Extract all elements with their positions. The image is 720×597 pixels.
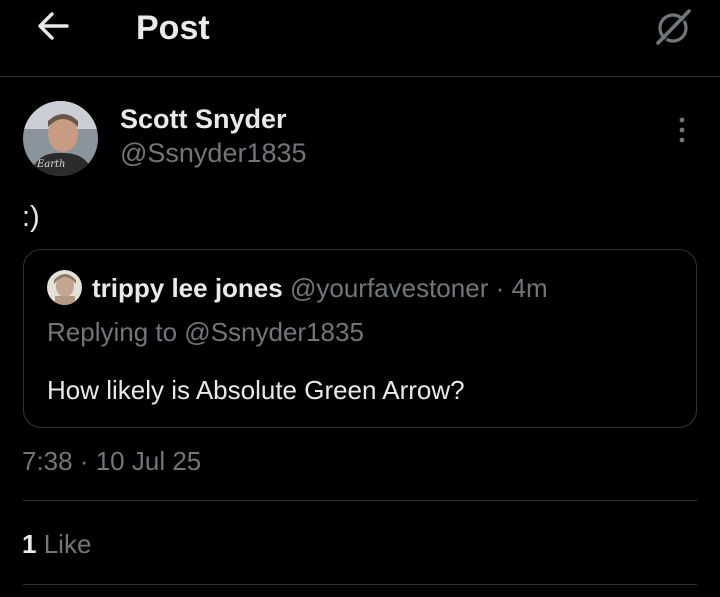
svg-text:Earth: Earth <box>36 159 66 170</box>
quote-author-avatar <box>47 270 82 305</box>
divider <box>23 584 697 585</box>
post-timestamp[interactable]: 7:38 · 10 Jul 25 <box>22 446 201 476</box>
quote-replying-to: Replying to @Ssnyder1835 <box>47 317 364 347</box>
top-bar: Post <box>0 0 720 77</box>
post-text: :) <box>22 201 40 233</box>
more-vertical-icon <box>678 117 686 148</box>
divider <box>23 500 697 501</box>
likes-label: Like <box>43 529 92 559</box>
grok-button[interactable] <box>650 6 696 52</box>
author-handle[interactable]: @Ssnyder1835 <box>120 137 307 169</box>
arrow-left-icon <box>36 11 70 46</box>
more-options-button[interactable] <box>666 112 698 152</box>
quote-header: trippy lee jones @yourfavestoner · 4m <box>92 273 548 303</box>
quote-text: How likely is Absolute Green Arrow? <box>47 375 465 405</box>
grok-icon <box>652 6 694 53</box>
likes-summary[interactable]: 1 Like <box>22 529 91 559</box>
quote-author-handle: @yourfavestoner <box>289 273 489 303</box>
author-avatar[interactable]: Earth <box>23 101 98 176</box>
likes-count: 1 <box>22 529 37 559</box>
page-title: Post <box>136 9 210 47</box>
quote-author-name: trippy lee jones <box>92 273 283 303</box>
quote-age: 4m <box>511 273 548 303</box>
quote-separator: · <box>495 273 505 303</box>
quoted-post-card[interactable]: trippy lee jones @yourfavestoner · 4m Re… <box>23 249 697 428</box>
back-button[interactable] <box>30 8 76 48</box>
author-name[interactable]: Scott Snyder <box>120 103 287 135</box>
